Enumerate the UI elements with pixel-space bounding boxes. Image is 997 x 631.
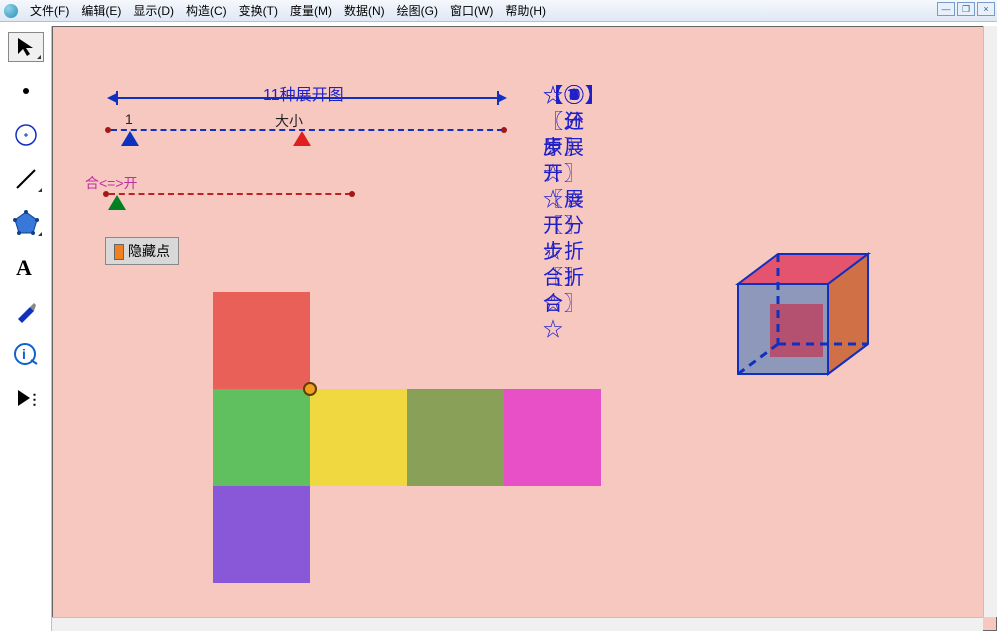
maximize-button[interactable]: ❐ bbox=[957, 2, 975, 16]
net-pivot-point[interactable] bbox=[303, 382, 317, 396]
tool-text[interactable]: A bbox=[8, 252, 44, 282]
menu-transform[interactable]: 变换(T) bbox=[233, 0, 284, 21]
tick-right bbox=[497, 91, 499, 105]
net-face-2[interactable] bbox=[310, 389, 407, 486]
slider1-handle-red[interactable] bbox=[293, 131, 311, 146]
scrollbar-vertical[interactable] bbox=[983, 26, 997, 617]
net-face-4[interactable] bbox=[504, 389, 601, 486]
tool-custom[interactable]: ⋮ bbox=[8, 384, 44, 414]
menu-graph[interactable]: 绘图(G) bbox=[391, 0, 444, 21]
svg-text:i: i bbox=[22, 346, 26, 362]
menu-construct[interactable]: 构造(C) bbox=[180, 0, 233, 21]
slider1-mark-label: 1 bbox=[125, 111, 133, 127]
net-face-bottom[interactable] bbox=[213, 486, 310, 583]
slider2-end-point[interactable] bbox=[349, 191, 355, 197]
tool-circle[interactable] bbox=[8, 120, 44, 150]
slider2-label: 合<=>开 bbox=[85, 173, 138, 193]
slider2-track[interactable] bbox=[109, 193, 351, 195]
menu-data[interactable]: 数据(N) bbox=[338, 0, 391, 21]
scrollbar-horizontal[interactable] bbox=[52, 617, 983, 631]
app-icon bbox=[4, 4, 18, 18]
tool-marker[interactable] bbox=[8, 296, 44, 326]
slider2-handle[interactable] bbox=[108, 195, 126, 210]
slider1-handle-blue[interactable] bbox=[121, 131, 139, 146]
tool-line[interactable] bbox=[8, 164, 44, 194]
tool-arrow[interactable] bbox=[8, 32, 44, 62]
tool-info[interactable]: i bbox=[8, 340, 44, 370]
net-face-top[interactable] bbox=[213, 292, 310, 389]
link-actions-2[interactable]: ☆〖分步展开〗☆☆〖分步折合〗☆ bbox=[543, 83, 585, 317]
minimize-button[interactable]: — bbox=[937, 2, 955, 16]
tool-point[interactable] bbox=[8, 76, 44, 106]
tool-palette: A i ⋮ bbox=[0, 26, 52, 631]
close-button[interactable]: × bbox=[977, 2, 995, 16]
net-face-3[interactable] bbox=[407, 389, 504, 486]
menu-help[interactable]: 帮助(H) bbox=[499, 0, 552, 21]
menu-file[interactable]: 文件(F) bbox=[24, 0, 75, 21]
slider1-size-label: 大小 bbox=[275, 111, 303, 131]
menu-bar: 文件(F) 编辑(E) 显示(D) 构造(C) 变换(T) 度量(M) 数据(N… bbox=[0, 0, 997, 22]
hide-points-button[interactable]: 隐藏点 bbox=[105, 237, 179, 265]
menu-display[interactable]: 显示(D) bbox=[127, 0, 180, 21]
menu-edit[interactable]: 编辑(E) bbox=[75, 0, 127, 21]
tool-polygon[interactable] bbox=[8, 208, 44, 238]
svg-text:A: A bbox=[16, 255, 32, 279]
slider1-title: 11种展开图 bbox=[263, 81, 344, 105]
menu-measure[interactable]: 度量(M) bbox=[284, 0, 338, 21]
slider1-end-point[interactable] bbox=[501, 127, 507, 133]
tick-left bbox=[116, 91, 118, 105]
sketch-canvas[interactable]: 11种展开图 1 大小 合<=>开 隐藏点 bbox=[52, 26, 997, 631]
menu-window[interactable]: 窗口(W) bbox=[444, 0, 499, 21]
net-face-1[interactable] bbox=[213, 389, 310, 486]
